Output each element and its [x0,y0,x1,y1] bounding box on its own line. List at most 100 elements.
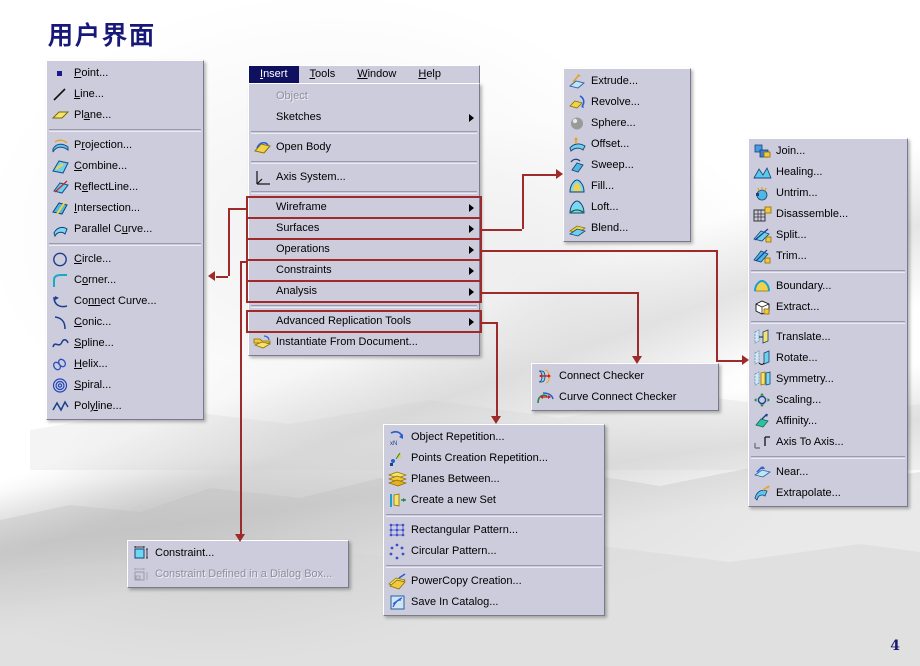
page-number: 4 [890,638,900,654]
menu-item-parallel-curve[interactable]: Parallel Curve... [47,219,203,240]
menu-item-sweep[interactable]: Sweep... [564,155,690,176]
menu-item-wireframe[interactable]: Wireframe [249,197,479,218]
menu-item-label: Projection... [74,139,133,151]
menu-item-split[interactable]: Split... [749,225,907,246]
insert-menu[interactable]: Object Sketches Open Body Axis System... Wir… [248,83,480,356]
menu-item-instantiate-from-document[interactable]: Instantiate From Document... [249,332,479,353]
menu-item-label: Circle... [74,253,112,265]
menu-item-label: Corner... [74,274,117,286]
open-body-icon [253,139,272,156]
menu-item-extrude[interactable]: Extrude... [564,71,690,92]
menu-item-circle[interactable]: Circle... [47,249,203,270]
wireframe-toolbar-menu[interactable]: Point... Line... Plane... Projection... Comb… [46,60,204,420]
menu-item-label: Intersection... [74,202,141,214]
menu-item-projection[interactable]: Projection... [47,135,203,156]
menu-item-label: Instantiate From Document... [276,336,418,348]
menu-item-untrim[interactable]: Untrim... [749,183,907,204]
menu-item-revolve[interactable]: Revolve... [564,92,690,113]
menu-item-conic[interactable]: Conic... [47,312,203,333]
menu-item-plane[interactable]: Plane... [47,105,203,126]
menu-item-operations[interactable]: Operations [249,239,479,260]
affinity-icon [753,413,772,430]
menu-item-disassemble[interactable]: Disassemble... [749,204,907,225]
trim-icon [753,248,772,265]
menu-item-line[interactable]: Line... [47,84,203,105]
spline-icon [51,335,70,352]
menu-item-near[interactable]: Near... [749,462,907,483]
menu-item-axis-system[interactable]: Axis System... [249,167,479,188]
menu-item-spiral[interactable]: Spiral... [47,375,203,396]
translate-icon [753,329,772,346]
menu-item-join[interactable]: Join... [749,141,907,162]
constraints-submenu[interactable]: Constraint... Constraint Defined in a Dia… [127,540,349,588]
menu-item-curve-connect-checker[interactable]: Curve Connect Checker [532,387,718,408]
helix-icon [51,356,70,373]
menubar-item-insert[interactable]: Insert [249,66,299,83]
spiral-icon [51,377,70,394]
menu-item-extract[interactable]: Extract... [749,297,907,318]
menubar-item-tools[interactable]: Tools [299,66,347,83]
menu-item-create-a-new-set[interactable]: Create a new Set [384,490,604,511]
connector-wireframe-v [228,207,230,276]
menu-item-sketches[interactable]: Sketches [249,107,479,128]
menu-item-open-body[interactable]: Open Body [249,137,479,158]
menu-item-surfaces[interactable]: Surfaces [249,218,479,239]
menu-item-constraints[interactable]: Constraints [249,260,479,281]
menu-item-rectangular-pattern[interactable]: Rectangular Pattern... [384,520,604,541]
menu-item-analysis[interactable]: Analysis [249,281,479,302]
no-icon [253,88,272,105]
menu-item-powercopy-creation[interactable]: PowerCopy Creation... [384,571,604,592]
scaling-icon [753,392,772,409]
menu-item-symmetry[interactable]: Symmetry... [749,369,907,390]
menu-item-label: Point... [74,67,109,79]
menu-item-advanced-replication-tools[interactable]: Advanced Replication Tools [249,311,479,332]
menu-item-extrapolate[interactable]: Extrapolate... [749,483,907,504]
menu-item-label: Spiral... [74,379,112,391]
menu-item-connect-curve[interactable]: Connect Curve... [47,291,203,312]
menu-item-connect-checker[interactable]: Connect Checker [532,366,718,387]
menu-item-point[interactable]: Point... [47,63,203,84]
conic-icon [51,314,70,331]
menu-item-sphere[interactable]: Sphere... [564,113,690,134]
menu-item-label: Points Creation Repetition... [411,452,548,464]
menu-item-helix[interactable]: Helix... [47,354,203,375]
menu-item-affinity[interactable]: Affinity... [749,411,907,432]
menu-separator [751,321,905,324]
menu-item-trim[interactable]: Trim... [749,246,907,267]
menubar-item-help[interactable]: Help [407,66,452,83]
menu-item-fill[interactable]: Fill... [564,176,690,197]
menu-item-combine[interactable]: Combine... [47,156,203,177]
menu-item-offset[interactable]: Offset... [564,134,690,155]
menu-item-boundary[interactable]: Boundary... [749,276,907,297]
menu-item-polyline[interactable]: Polyline... [47,396,203,417]
application-menubar[interactable]: Insert Tools Window Help [248,65,480,83]
operations-submenu[interactable]: Join... Healing... Untrim... Disassemble...… [748,138,908,507]
menu-item-axis-to-axis[interactable]: Axis To Axis... [749,432,907,453]
menu-item-corner[interactable]: Corner... [47,270,203,291]
menu-item-intersection[interactable]: Intersection... [47,198,203,219]
analysis-submenu[interactable]: Connect Checker Curve Connect Checker [531,363,719,411]
fill-icon [568,178,587,195]
menu-item-constraint[interactable]: Constraint... [128,543,348,564]
menu-item-loft[interactable]: Loft... [564,197,690,218]
menu-item-points-creation-repetition[interactable]: Points Creation Repetition... [384,448,604,469]
advanced-replication-tools-submenu[interactable]: xN Object Repetition... Points Creation Re… [383,424,605,616]
blend-icon [568,220,587,237]
menubar-item-label: Insert [260,68,288,80]
menu-item-reflectline[interactable]: ReflectLine... [47,177,203,198]
menu-item-circular-pattern[interactable]: Circular Pattern... [384,541,604,562]
surfaces-submenu[interactable]: Extrude... Revolve... Sphere... Offset... Sw… [563,68,691,242]
menu-item-planes-between[interactable]: Planes Between... [384,469,604,490]
menu-item-object-repetition[interactable]: xN Object Repetition... [384,427,604,448]
menubar-item-window[interactable]: Window [346,66,407,83]
menu-item-spline[interactable]: Spline... [47,333,203,354]
menu-item-blend[interactable]: Blend... [564,218,690,239]
menu-item-label: Conic... [74,316,112,328]
menu-item-rotate[interactable]: Rotate... [749,348,907,369]
untrim-icon [753,185,772,202]
menu-separator [49,129,201,132]
menu-item-translate[interactable]: Translate... [749,327,907,348]
menu-item-scaling[interactable]: Scaling... [749,390,907,411]
menu-item-healing[interactable]: Healing... [749,162,907,183]
menu-item-save-in-catalog[interactable]: Save In Catalog... [384,592,604,613]
